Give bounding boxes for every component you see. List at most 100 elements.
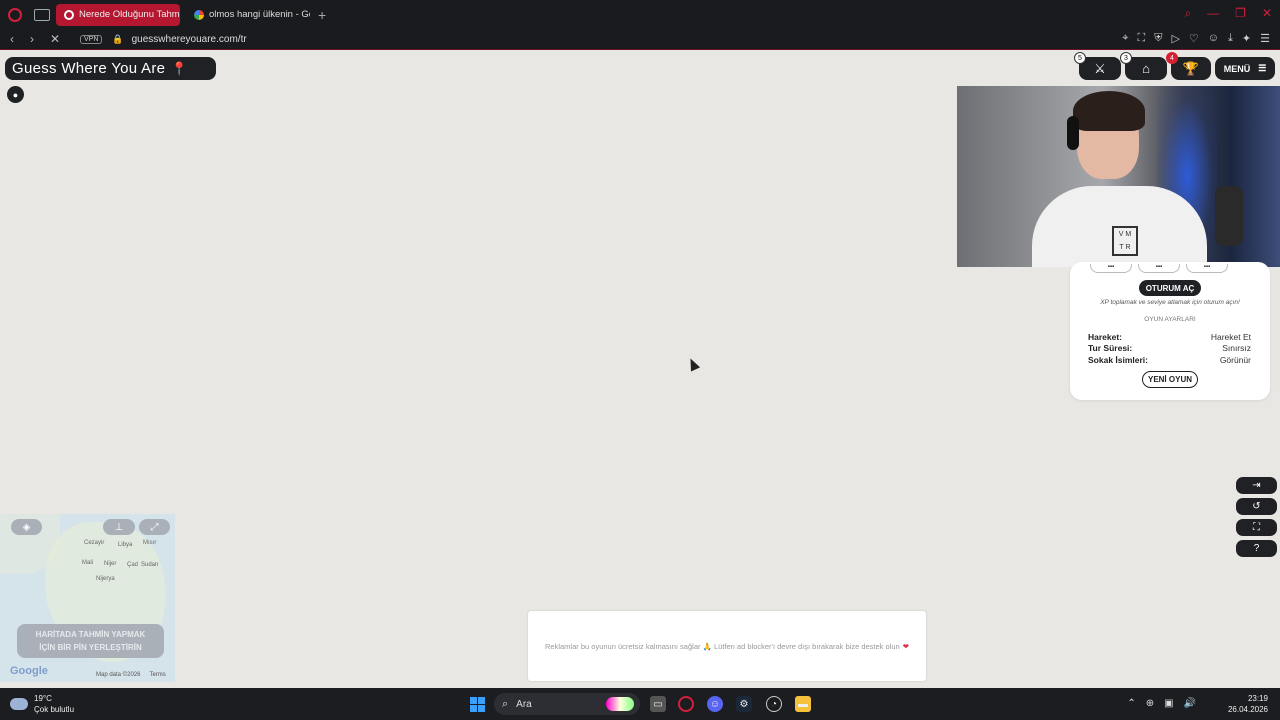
map-pin-icon: 📍 xyxy=(171,60,188,76)
vpn-badge[interactable]: VPN xyxy=(80,34,103,44)
download-icon[interactable]: ⤓ xyxy=(1228,32,1233,45)
discord-icon[interactable]: ☺ xyxy=(707,696,723,712)
snapshot-icon[interactable]: ⛶ xyxy=(1138,32,1146,45)
pin-map-icon[interactable]: ⊥ xyxy=(103,519,135,535)
opera-logo-icon[interactable] xyxy=(8,7,22,22)
system-tray: ⌃ ⊕ ▣ 🔊 xyxy=(1127,698,1196,709)
search-icon: ⌕ xyxy=(502,697,509,710)
map-data-text: Map data ©2026 xyxy=(96,672,141,678)
heart-icon: ❤ xyxy=(902,641,909,651)
expand-map-icon[interactable]: ⤢ xyxy=(139,519,170,535)
ad-notice: Reklamlar bu oyunun ücretsiz kalmasını s… xyxy=(528,611,926,681)
webcam-overlay: V MT R xyxy=(957,86,1280,267)
map-label: Cezayir xyxy=(84,540,105,546)
guess-minimap[interactable]: Cezayir Libya Mısır Mali Nijer Çad Sudan… xyxy=(0,514,175,682)
chevron-up-icon[interactable]: ⌃ xyxy=(1127,698,1135,709)
minimize-icon[interactable]: — xyxy=(1207,6,1219,21)
help-icon[interactable]: ? xyxy=(1236,540,1277,557)
store-icon: ⌂ xyxy=(1142,61,1150,76)
windows-start-icon[interactable] xyxy=(470,697,485,712)
new-game-button[interactable]: YENİ OYUN xyxy=(1142,371,1198,388)
map-label: Sudan xyxy=(141,562,159,568)
panel-tab[interactable]: ▪▪▪ xyxy=(1090,264,1132,273)
login-button[interactable]: OTURUM AÇ xyxy=(1139,280,1201,296)
chrome-divider xyxy=(0,49,1280,50)
bookmark-icon[interactable]: ⌖ xyxy=(1122,32,1128,45)
opera-taskbar-icon[interactable] xyxy=(678,696,694,712)
crossed-swords-icon: ⚔ xyxy=(1094,60,1106,76)
guess-line2: İÇİN BİR PİN YERLEŞTİRİN xyxy=(39,643,142,652)
ai-icon[interactable]: ✦ xyxy=(1242,32,1251,45)
ad-text: Reklamlar bu oyunun ücretsiz kalmasını s… xyxy=(545,641,900,651)
tab-islands-icon[interactable] xyxy=(34,8,50,21)
map-attribution: Map data ©2026 Terms xyxy=(96,672,166,678)
place-pin-button[interactable]: HARİTADA TAHMİN YAPMAK İÇİN BİR PİN YERL… xyxy=(17,624,164,658)
close-icon[interactable]: ✕ xyxy=(1262,6,1272,21)
restore-icon[interactable]: ❐ xyxy=(1235,6,1246,21)
site-title: Guess Where You Are xyxy=(12,60,166,77)
panel-tab[interactable]: ▪▪▪ xyxy=(1138,264,1180,273)
layers-icon[interactable]: ◈ xyxy=(11,519,42,535)
panel-tab[interactable]: ▪▪▪ xyxy=(1186,264,1228,273)
new-tab-button[interactable]: + xyxy=(318,7,326,23)
guess-line1: HARİTADA TAHMİN YAPMAK xyxy=(35,630,146,639)
weather-widget[interactable]: 19°C Çok bulutlu xyxy=(10,693,74,715)
battle-count-badge: 5 xyxy=(1074,52,1086,64)
steam-icon[interactable]: ⚙ xyxy=(736,696,752,712)
url-field[interactable]: guesswhereyouare.com/tr xyxy=(132,34,247,45)
search-tabs-icon[interactable]: ⌕ xyxy=(1184,6,1191,21)
play-icon[interactable]: ▷ xyxy=(1171,32,1179,45)
tab-google-search[interactable]: olmos hangi ülkenin - Goo xyxy=(186,4,310,26)
menu-label: MENÜ xyxy=(1223,63,1251,74)
mouse-cursor xyxy=(685,356,701,372)
user-icon[interactable]: ● xyxy=(7,86,24,103)
setting-row-street-names: Sokak İsimleri: Görünür xyxy=(1088,355,1251,365)
reset-view-icon[interactable]: ↺ xyxy=(1236,498,1277,515)
xp-note: XP toplamak ve seviye atlamak için oturu… xyxy=(1100,299,1240,306)
market-button[interactable]: 3 ⌂ xyxy=(1120,52,1167,80)
map-label: Nijer xyxy=(104,561,117,567)
file-explorer-icon[interactable]: ▬ xyxy=(795,696,811,712)
lock-icon[interactable]: 🔒 xyxy=(112,34,123,45)
network-icon[interactable]: ⊕ xyxy=(1146,698,1154,709)
google-logo: Google xyxy=(10,665,48,677)
profile-icon[interactable]: ☺ xyxy=(1208,32,1219,45)
loading-icon[interactable]: ✕ xyxy=(50,32,60,46)
taskbar-search[interactable]: ⌕ Ara xyxy=(494,693,640,715)
setting-key: Hareket: xyxy=(1088,332,1123,342)
system-clock[interactable]: 23:19 26.04.2026 xyxy=(1228,693,1268,715)
tab-label: olmos hangi ülkenin - Goo xyxy=(209,9,310,20)
collapse-panel-icon[interactable]: ⇥ xyxy=(1236,477,1277,494)
setting-value: Sınırsız xyxy=(1222,343,1251,353)
volume-icon[interactable]: 🔊 xyxy=(1184,698,1196,709)
headset xyxy=(1067,116,1079,150)
app-icon[interactable]: ◔ xyxy=(766,696,782,712)
setting-row-movement: Hareket: Hareket Et xyxy=(1088,332,1251,342)
back-icon[interactable]: ‹ xyxy=(10,32,20,46)
time: 23:19 xyxy=(1247,694,1268,703)
display-icon[interactable]: ▣ xyxy=(1164,698,1173,709)
task-view-icon[interactable]: ▭ xyxy=(650,696,666,712)
shield-icon[interactable]: ⛨ xyxy=(1154,32,1162,45)
search-label: Ara xyxy=(516,698,532,710)
map-label: Libya xyxy=(118,542,133,548)
menu-button[interactable]: MENÜ ☰ xyxy=(1215,57,1275,80)
hamburger-icon: ☰ xyxy=(1258,63,1267,73)
heart-icon[interactable]: ♡ xyxy=(1189,32,1199,45)
forward-icon[interactable]: › xyxy=(30,32,40,46)
search-highlight-icon xyxy=(606,697,634,711)
trophy-count-badge: 4 xyxy=(1166,52,1178,64)
tab-guess-where[interactable]: Nerede Olduğunu Tahmin xyxy=(56,3,180,26)
terms-link[interactable]: Terms xyxy=(149,672,165,678)
battle-button[interactable]: 5 ⚔ xyxy=(1074,52,1121,80)
temperature: 19°C xyxy=(34,694,52,703)
tab-label: Nerede Olduğunu Tahmin xyxy=(79,9,180,20)
setting-key: Tur Süresi: xyxy=(1088,343,1133,353)
easy-setup-icon[interactable]: ☰ xyxy=(1260,32,1270,45)
windows-taskbar: 19°C Çok bulutlu ⌕ Ara ▭ ☺ ⚙ ◔ ▬ ⌃ ⊕ ▣ 🔊… xyxy=(0,688,1280,720)
fullscreen-icon[interactable]: ⛶ xyxy=(1236,519,1277,536)
site-logo[interactable]: Guess Where You Are 📍 xyxy=(5,57,216,80)
trophy-button[interactable]: 4 🏆 xyxy=(1166,52,1211,80)
setting-value: Görünür xyxy=(1219,355,1251,365)
person-hair xyxy=(1073,91,1145,131)
